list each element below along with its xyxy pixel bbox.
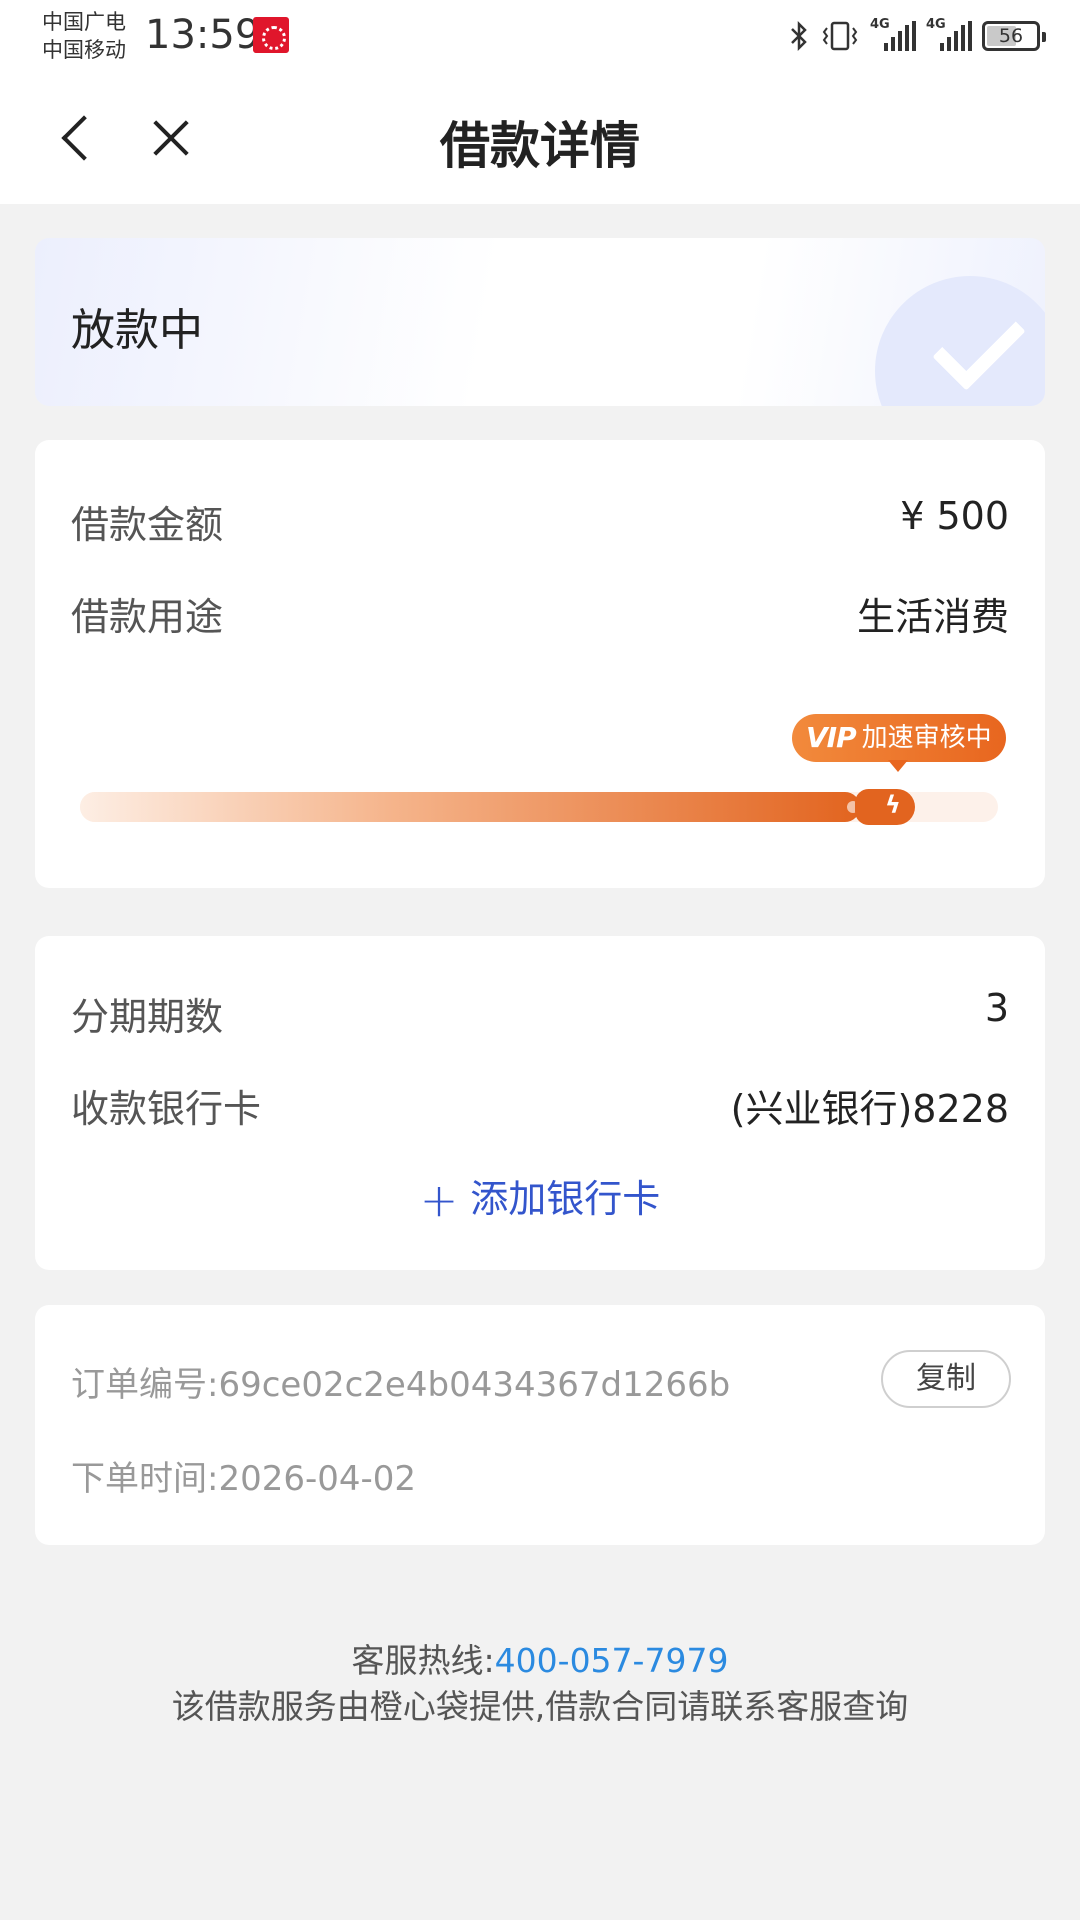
hotline-number-link[interactable]: 400-057-7979 bbox=[495, 1641, 729, 1680]
order-number-value: 69ce02c2e4b0434367d1266b bbox=[218, 1365, 731, 1405]
order-number-label: 订单编号: bbox=[71, 1365, 219, 1405]
hotline-label: 客服热线: bbox=[351, 1641, 495, 1680]
bank-card-label: 收款银行卡 bbox=[71, 1087, 262, 1131]
carrier-info: 中国广电 中国移动 bbox=[42, 8, 126, 64]
loan-purpose-value: 生活消费 bbox=[856, 595, 1009, 639]
page-title: 借款详情 bbox=[440, 117, 640, 175]
rocket-icon bbox=[855, 789, 927, 825]
net-type-1: 4G bbox=[870, 17, 890, 32]
order-time-value: 2026-04-02 bbox=[218, 1459, 417, 1499]
check-circle-icon bbox=[875, 276, 1045, 406]
vip-review-badge: VIP 加速审核中 bbox=[792, 714, 1006, 772]
carrier-1: 中国广电 bbox=[42, 10, 126, 34]
status-icons: 4G 4G 56 bbox=[788, 14, 1046, 58]
service-disclaimer: 该借款服务由橙心袋提供,借款合同请联系客服查询 bbox=[171, 1687, 909, 1726]
periods-value: 3 bbox=[984, 986, 1009, 1030]
carrier-2: 中国移动 bbox=[42, 38, 126, 62]
order-info-card: 订单编号:69ce02c2e4b0434367d1266b 复制 下单时间:20… bbox=[35, 1305, 1045, 1545]
vip-tag: VIP bbox=[806, 721, 857, 754]
loan-amount-label: 借款金额 bbox=[71, 503, 224, 547]
loan-purpose-row: 借款用途 生活消费 bbox=[71, 586, 1009, 646]
order-time-row: 下单时间:2026-04-02 bbox=[71, 1451, 416, 1500]
footer: 客服热线:400-057-7979 该借款服务由橙心袋提供,借款合同请联系客服查… bbox=[0, 1638, 1080, 1730]
loan-status: 放款中 bbox=[71, 305, 203, 356]
vip-badge-text: 加速审核中 bbox=[861, 723, 992, 753]
bank-card-value: (兴业银行)8228 bbox=[730, 1087, 1009, 1131]
periods-label: 分期期数 bbox=[71, 995, 224, 1039]
order-time-label: 下单时间: bbox=[71, 1459, 219, 1499]
loan-amount-row: 借款金额 ¥ 500 bbox=[71, 494, 1009, 554]
bank-card-row[interactable]: 收款银行卡 (兴业银行)8228 bbox=[71, 1078, 1009, 1138]
hotline-line: 客服热线:400-057-7979 bbox=[0, 1638, 1080, 1684]
net-type-2: 4G bbox=[926, 17, 946, 32]
bluetooth-icon bbox=[788, 20, 810, 52]
loan-purpose-label: 借款用途 bbox=[71, 595, 224, 639]
battery-icon: 56 bbox=[982, 21, 1046, 51]
loan-amount-value: ¥ 500 bbox=[900, 494, 1009, 538]
nav-header: 借款详情 bbox=[0, 76, 1080, 204]
add-bank-card-label: 添加银行卡 bbox=[470, 1177, 661, 1221]
installment-card: 分期期数 3 收款银行卡 (兴业银行)8228 + 添加银行卡 bbox=[35, 936, 1045, 1270]
signal-icon-2: 4G bbox=[926, 17, 972, 51]
status-bar: 中国广电 中国移动 13:59 4G 4G 56 bbox=[0, 0, 1080, 76]
copy-button[interactable]: 复制 bbox=[881, 1350, 1011, 1408]
add-bank-card-button[interactable]: + 添加银行卡 bbox=[35, 1168, 1045, 1227]
review-progress-fill bbox=[80, 792, 860, 822]
status-time: 13:59 bbox=[145, 12, 261, 58]
app-notification-icon bbox=[253, 17, 289, 53]
order-number-row: 订单编号:69ce02c2e4b0434367d1266b bbox=[71, 1357, 730, 1406]
plus-icon: + bbox=[419, 1173, 459, 1227]
loan-status-card: 放款中 bbox=[35, 238, 1045, 406]
signal-icon-1: 4G bbox=[870, 17, 916, 51]
vibrate-icon bbox=[820, 20, 860, 52]
battery-level: 56 bbox=[998, 25, 1024, 47]
periods-row: 分期期数 3 bbox=[71, 986, 1009, 1046]
loan-info-card: 借款金额 ¥ 500 借款用途 生活消费 VIP 加速审核中 bbox=[35, 440, 1045, 888]
